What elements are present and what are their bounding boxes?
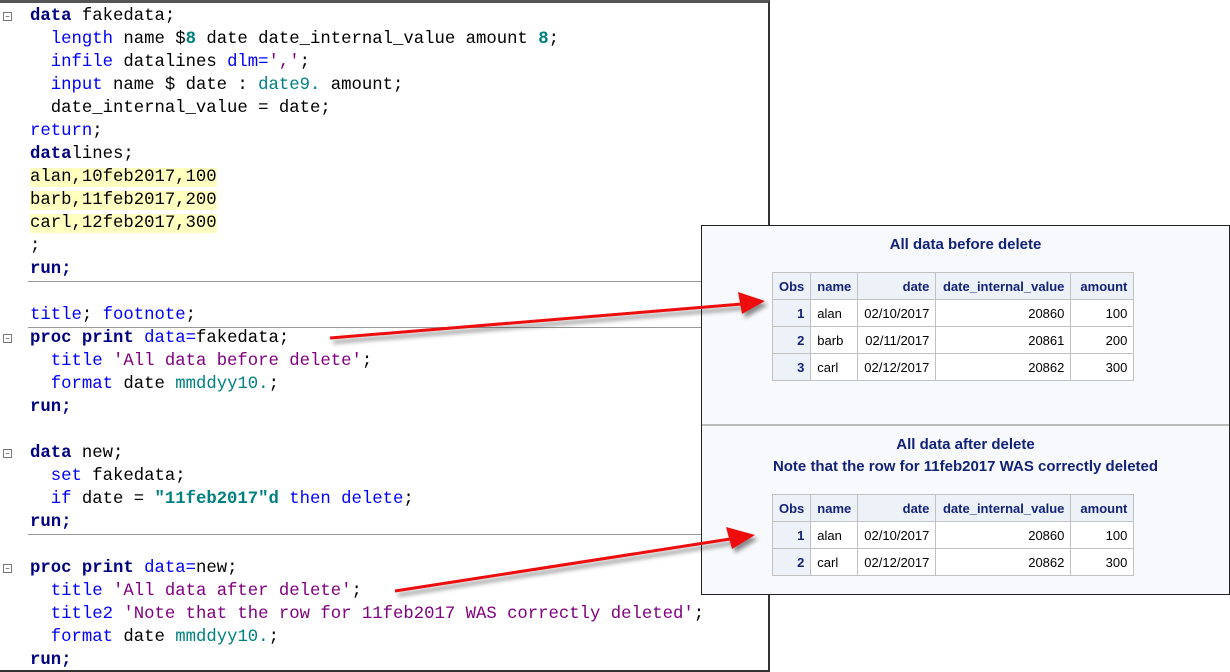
code-line[interactable]: datalines; <box>30 143 134 166</box>
header-row: Obs name date date_internal_value amount <box>771 494 1135 522</box>
output-title-before: All data before delete <box>889 236 1042 253</box>
code-line[interactable]: data new; <box>30 442 123 465</box>
header-row: Obs name date date_internal_value amount <box>771 272 1135 300</box>
cell-amount: 300 <box>1070 353 1135 381</box>
table-row: 1 alan 02/10/2017 20860 100 <box>771 299 1135 327</box>
section-separator <box>28 327 768 328</box>
code-line[interactable]: run; <box>30 258 71 281</box>
cell-date: 02/12/2017 <box>857 353 937 381</box>
cell-Obs: 2 <box>771 548 812 576</box>
cell-date_internal_value: 20860 <box>935 299 1072 327</box>
code-line[interactable]: return; <box>30 120 103 143</box>
code-line[interactable]: title 'All data before delete'; <box>30 350 373 373</box>
column-header: Obs <box>771 272 812 300</box>
table-row: 3 carl 02/12/2017 20862 300 <box>771 353 1135 381</box>
section-separator <box>28 281 768 282</box>
output-divider <box>702 424 1229 426</box>
column-header: amount <box>1070 272 1135 300</box>
code-line[interactable]: proc print data=new; <box>30 557 237 580</box>
cell-date: 02/10/2017 <box>857 299 937 327</box>
cell-amount: 300 <box>1070 548 1135 576</box>
cell-Obs: 1 <box>771 521 812 549</box>
fold-toggle-icon[interactable]: − <box>3 12 12 21</box>
fold-toggle-icon[interactable]: − <box>3 334 12 343</box>
column-header: amount <box>1070 494 1135 522</box>
cell-name: alan <box>810 521 859 549</box>
code-line[interactable]: carl,12feb2017,300 <box>30 212 217 235</box>
results-table-before: Obs name date date_internal_value amount 1 ala… <box>771 272 1135 381</box>
column-header: name <box>810 494 859 522</box>
cell-amount: 100 <box>1070 299 1135 327</box>
results-viewer: All data before delete Obs name date date_i… <box>701 225 1230 595</box>
cell-date_internal_value: 20862 <box>935 548 1072 576</box>
table-row: 2 carl 02/12/2017 20862 300 <box>771 548 1135 576</box>
code-line[interactable]: alan,10feb2017,100 <box>30 166 217 189</box>
code-line[interactable]: title 'All data after delete'; <box>30 580 362 603</box>
code-line[interactable]: format date mmddyy10.; <box>30 373 279 396</box>
code-line[interactable]: ; <box>30 235 40 258</box>
output-title2-after: Note that the row for 11feb2017 WAS corr… <box>772 458 1159 475</box>
table-row: 2 barb 02/11/2017 20861 200 <box>771 326 1135 354</box>
table-row: 1 alan 02/10/2017 20860 100 <box>771 521 1135 549</box>
column-header: date <box>857 272 937 300</box>
code-line[interactable]: length name $8 date date_internal_value … <box>30 28 559 51</box>
column-header: date_internal_value <box>935 272 1072 300</box>
section-separator <box>28 534 768 535</box>
code-line[interactable]: format date mmddyy10.; <box>30 626 279 649</box>
cell-date_internal_value: 20860 <box>935 521 1072 549</box>
cell-date: 02/12/2017 <box>857 548 937 576</box>
code-line[interactable]: input name $ date : date9. amount; <box>30 74 404 97</box>
code-editor[interactable]: data fakedata; − length name $8 date date… <box>0 0 770 672</box>
fold-toggle-icon[interactable]: − <box>3 564 12 573</box>
code-line[interactable]: title; footnote; <box>30 304 196 327</box>
cell-Obs: 1 <box>771 299 812 327</box>
code-line[interactable]: proc print data=fakedata; <box>30 327 289 350</box>
output-title-after: All data after delete <box>896 436 1035 453</box>
column-header: date <box>857 494 937 522</box>
cell-amount: 100 <box>1070 521 1135 549</box>
cell-date: 02/11/2017 <box>857 326 937 354</box>
code-line[interactable]: run; <box>30 511 71 534</box>
cell-name: barb <box>810 326 859 354</box>
fold-toggle-icon[interactable]: − <box>3 449 12 458</box>
cell-name: carl <box>810 353 859 381</box>
cell-date_internal_value: 20862 <box>935 353 1072 381</box>
code-line[interactable]: run; <box>30 396 71 419</box>
cell-amount: 200 <box>1070 326 1135 354</box>
column-header: date_internal_value <box>935 494 1072 522</box>
column-header: Obs <box>771 494 812 522</box>
code-line[interactable]: if date = "11feb2017"d then delete; <box>30 488 414 511</box>
code-line[interactable]: set fakedata; <box>30 465 186 488</box>
cell-date: 02/10/2017 <box>857 521 937 549</box>
column-header: name <box>810 272 859 300</box>
code-line[interactable]: data fakedata; <box>30 5 175 28</box>
cell-name: carl <box>810 548 859 576</box>
cell-date_internal_value: 20861 <box>935 326 1072 354</box>
code-line[interactable]: barb,11feb2017,200 <box>30 189 217 212</box>
cell-Obs: 3 <box>771 353 812 381</box>
results-table-after: Obs name date date_internal_value amount 1 ala… <box>771 494 1135 576</box>
cell-name: alan <box>810 299 859 327</box>
code-line[interactable]: title2 'Note that the row for 11feb2017 … <box>30 603 704 626</box>
code-line[interactable]: date_internal_value = date; <box>30 97 331 120</box>
cell-Obs: 2 <box>771 326 812 354</box>
code-line[interactable]: infile datalines dlm=','; <box>30 51 310 74</box>
